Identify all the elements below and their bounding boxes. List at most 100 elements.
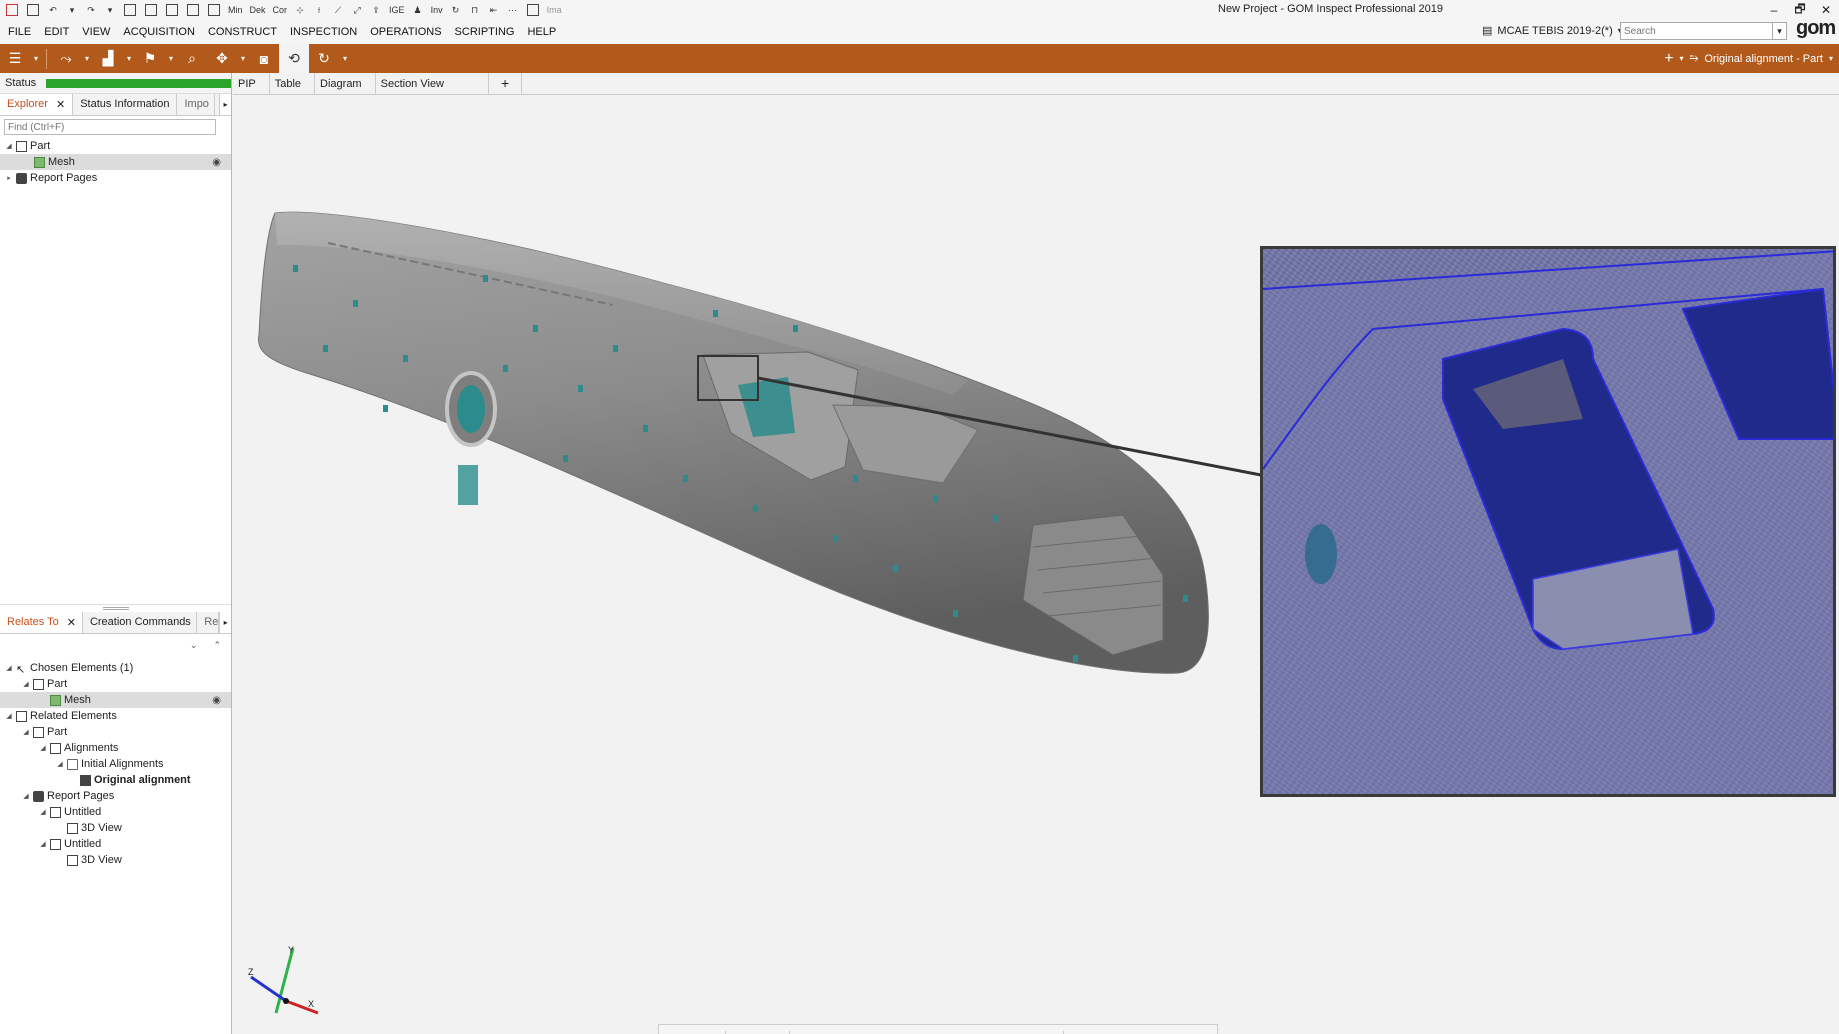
tab-re[interactable]: Re <box>197 612 220 633</box>
chart-dropdown-icon[interactable]: ▾ <box>123 44 135 73</box>
clip-box-icon[interactable] <box>1097 1029 1124 1034</box>
tabs-more-icon[interactable]: ▸ <box>219 94 231 115</box>
find-input[interactable] <box>4 119 216 135</box>
save-icon[interactable] <box>27 4 39 16</box>
navigate-dropdown-icon[interactable]: ▾ <box>237 44 249 73</box>
box-select-icon[interactable] <box>913 1029 940 1034</box>
tool-icon-1[interactable] <box>124 4 136 16</box>
3d-viewport[interactable]: Y Z X <box>233 95 1839 1034</box>
redo-icon[interactable]: ↷ <box>83 2 99 18</box>
tree-item-report-pages[interactable]: ◢ Report Pages <box>0 788 231 804</box>
quick-cor-button[interactable]: Cor <box>271 2 290 18</box>
tab-creation-commands[interactable]: Creation Commands <box>83 612 198 633</box>
quick-min-button[interactable]: Min <box>226 2 245 18</box>
expand-arrow-icon[interactable]: ◢ <box>4 142 14 150</box>
section-icon[interactable] <box>695 1029 722 1034</box>
frame-icon[interactable]: ⊓ <box>467 2 483 18</box>
menu-edit[interactable]: EDIT <box>44 26 69 38</box>
check-icon[interactable] <box>1127 1029 1154 1034</box>
close-icon[interactable]: ✕ <box>56 98 65 115</box>
export-icon[interactable]: ⇪ <box>368 2 384 18</box>
tree-item-alignments[interactable]: ◢ Alignments <box>0 740 231 756</box>
tree-item-original-alignment[interactable]: Original alignment <box>0 772 231 788</box>
split-icon[interactable] <box>759 1029 786 1034</box>
tree-item-mesh[interactable]: Mesh ◉ <box>0 692 231 708</box>
tab-section-view[interactable]: Section View <box>376 72 489 95</box>
alignment-dropdown-icon[interactable]: ▾ <box>1829 54 1833 63</box>
expand-arrow-icon[interactable]: ◢ <box>21 680 31 688</box>
close-icon[interactable]: ✕ <box>67 616 76 633</box>
quick-dek-button[interactable]: Dek <box>248 2 268 18</box>
expand-arrow-icon[interactable]: ◢ <box>38 744 48 752</box>
tab-pip[interactable]: PIP <box>233 72 270 95</box>
fit-icon[interactable] <box>1003 1029 1030 1034</box>
menu-dropdown-icon[interactable]: ▾ <box>30 44 42 73</box>
chart-icon[interactable]: ▟ <box>93 44 123 73</box>
tree-item-3d-view[interactable]: 3D View <box>0 820 231 836</box>
expand-arrow-icon[interactable]: ◢ <box>38 840 48 848</box>
tool-icon-4[interactable] <box>187 4 199 16</box>
tree-item-part[interactable]: ◢ Part <box>0 676 231 692</box>
import-icon[interactable]: ⇤ <box>486 2 502 18</box>
expand-arrow-icon[interactable]: ◢ <box>55 760 65 768</box>
add-dropdown-icon[interactable]: ▾ <box>1680 54 1684 63</box>
connect-icon[interactable] <box>973 1029 1000 1034</box>
refresh-icon[interactable]: ↻ <box>309 44 339 73</box>
expand-arrow-icon[interactable]: ◢ <box>21 728 31 736</box>
measure-icon[interactable]: ⊹ <box>292 2 308 18</box>
expand-arrow-icon[interactable]: ◢ <box>38 808 48 816</box>
eye-icon[interactable]: ◉ <box>212 695 221 706</box>
tree-item-report-pages[interactable]: ▸ Report Pages <box>0 170 231 186</box>
tree-item-3d-view[interactable]: 3D View <box>0 852 231 868</box>
expand-arrow-icon[interactable]: ◢ <box>4 664 14 672</box>
navigate-icon[interactable]: ✥ <box>207 44 237 73</box>
tab-diagram[interactable]: Diagram <box>315 72 376 95</box>
tree-item-part[interactable]: ◢ Part <box>0 724 231 740</box>
view-mode-icon[interactable] <box>665 1029 692 1034</box>
menu-inspection[interactable]: INSPECTION <box>290 26 357 38</box>
tool-icon-3[interactable] <box>166 4 178 16</box>
zoom-icon[interactable]: ⌕ <box>177 44 207 73</box>
tree-item-untitled[interactable]: ◢ Untitled <box>0 836 231 852</box>
undo-dropdown-icon[interactable]: ▾ <box>64 2 80 18</box>
tree-item-mesh[interactable]: Mesh ◉ <box>0 154 231 170</box>
construct-dropdown-icon[interactable]: ▾ <box>81 44 93 73</box>
tool-icon-5[interactable] <box>208 4 220 16</box>
user-icon[interactable]: ♟ <box>410 2 426 18</box>
tool-icon-2[interactable] <box>145 4 157 16</box>
expand-arrow-icon[interactable]: ▸ <box>4 174 14 182</box>
tree-item-initial-alignments[interactable]: ◢ Initial Alignments <box>0 756 231 772</box>
quick-ige-button[interactable]: IGE <box>387 2 407 18</box>
tab-table[interactable]: Table <box>270 72 316 95</box>
fit-all-icon[interactable] <box>1033 1029 1060 1034</box>
tree-item-part[interactable]: ◢ Part <box>0 138 231 154</box>
angle-icon[interactable] <box>943 1029 970 1034</box>
align-bottom-icon[interactable] <box>793 1029 820 1034</box>
expand-arrow-icon[interactable]: ◢ <box>21 792 31 800</box>
align-center-icon[interactable] <box>823 1029 850 1034</box>
rotate-icon[interactable]: ↻ <box>448 2 464 18</box>
tab-explorer[interactable]: Explorer ✕ <box>0 94 74 115</box>
menu-file[interactable]: FILE <box>8 26 31 38</box>
label-icon[interactable]: ⚑ <box>135 44 165 73</box>
construct-tool-icon[interactable]: ⤳ <box>51 44 81 73</box>
select-icon[interactable] <box>729 1029 756 1034</box>
tree-item-chosen-elements[interactable]: ◢ ↖ Chosen Elements (1) <box>0 660 231 676</box>
label-dropdown-icon[interactable]: ▾ <box>165 44 177 73</box>
menu-acquisition[interactable]: ACQUISITION <box>123 26 195 38</box>
camera-icon[interactable]: ◙ <box>249 44 279 73</box>
diagonal-icon[interactable]: ⤢ <box>349 2 365 18</box>
expand-arrow-icon[interactable]: ◢ <box>4 712 14 720</box>
redo-dropdown-icon[interactable]: ▾ <box>102 2 118 18</box>
tabs-more-icon[interactable]: ▸ <box>219 612 231 633</box>
expand-all-icon[interactable]: ⌄ <box>190 640 198 651</box>
line-icon[interactable]: ⟋ <box>330 2 346 18</box>
tree-item-related-elements[interactable]: ◢ Related Elements <box>0 708 231 724</box>
tab-status-information[interactable]: Status Information <box>73 94 178 115</box>
project-selector[interactable]: ▤ MCAE TEBIS 2019-2(*) ▾ <box>1482 24 1622 38</box>
close-icon[interactable] <box>1157 1029 1184 1034</box>
menu-view[interactable]: VIEW <box>82 26 110 38</box>
tab-relates-to[interactable]: Relates To ✕ <box>0 612 83 633</box>
undo-icon[interactable]: ↶ <box>45 2 61 18</box>
menu-scripting[interactable]: SCRIPTING <box>455 26 515 38</box>
